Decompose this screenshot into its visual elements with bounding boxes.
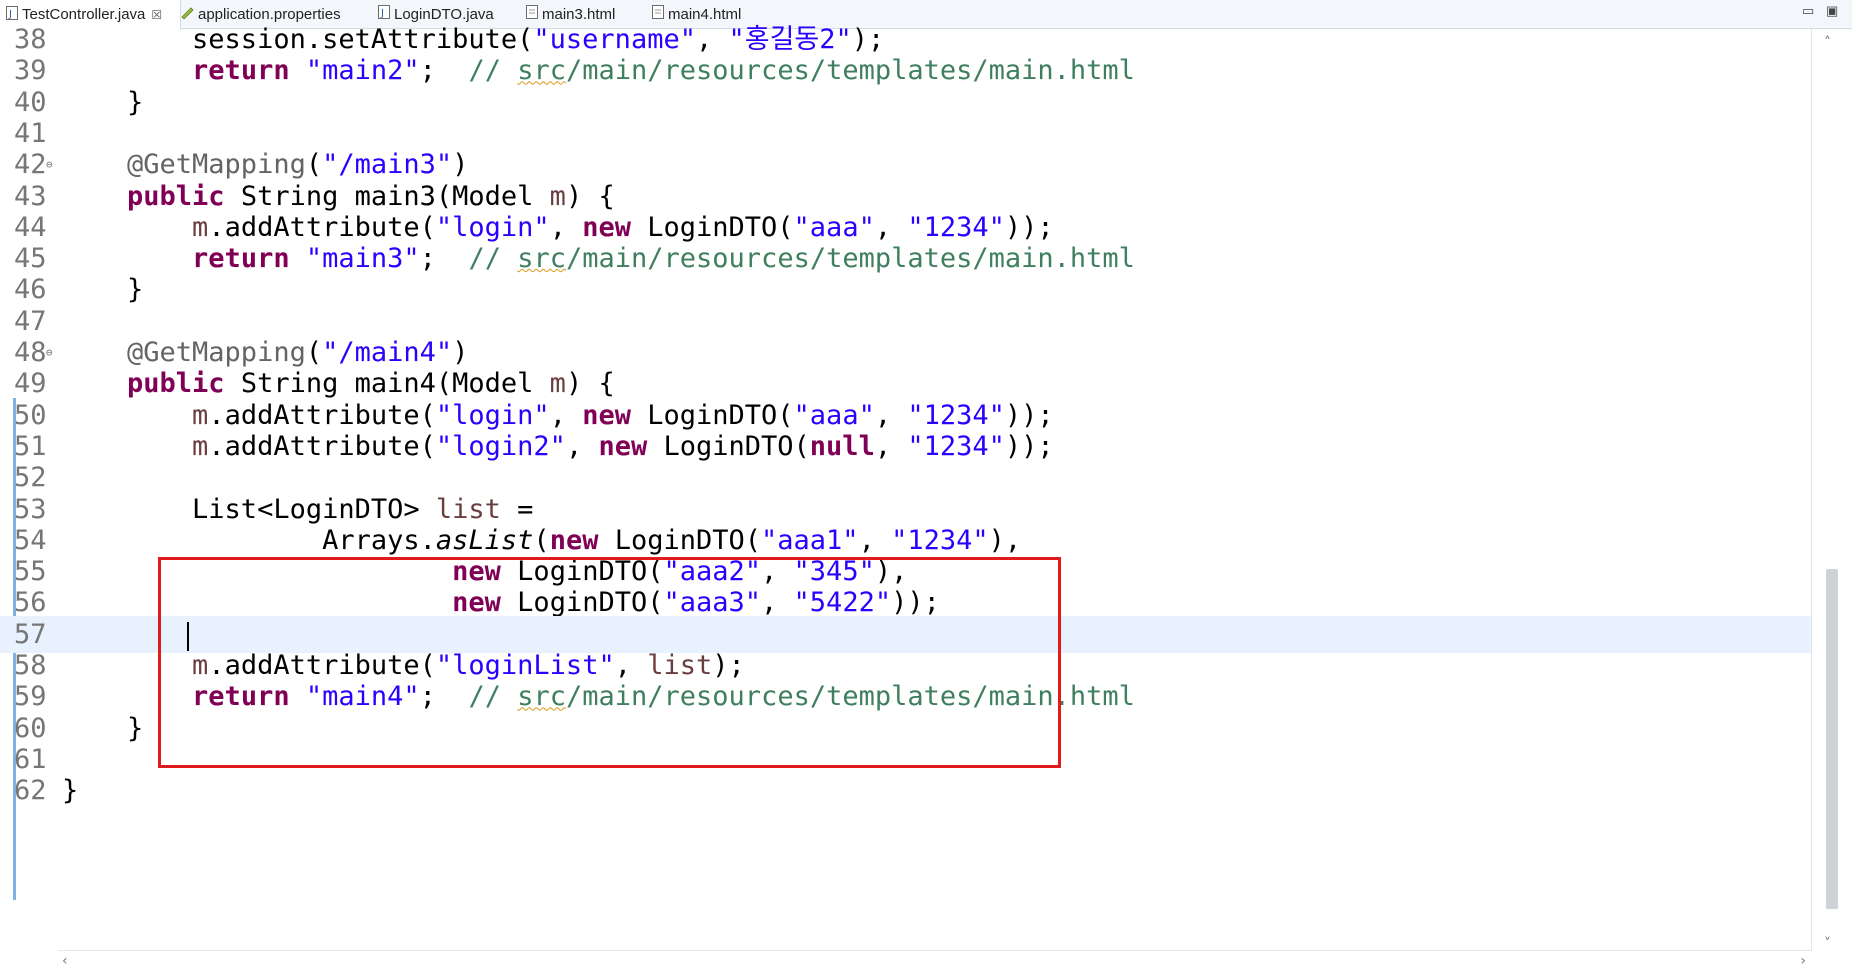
svg-text:J: J (380, 8, 384, 19)
code-text: } (62, 775, 79, 807)
close-icon[interactable]: ☒ (151, 8, 162, 22)
line-number: 62 (14, 775, 47, 807)
scrollbar-thumb[interactable] (1826, 569, 1838, 909)
tab-label: application.properties (198, 5, 341, 23)
code-line[interactable]: 62} (0, 772, 1820, 809)
highlight-box (158, 557, 1061, 768)
scroll-right-icon[interactable]: › (1800, 953, 1806, 969)
maximize-icon[interactable]: ▣ (1826, 3, 1838, 19)
svg-text:J: J (8, 9, 12, 20)
fold-toggle-icon[interactable]: ⊖ (46, 158, 53, 171)
fold-toggle-icon[interactable]: ⊖ (46, 346, 53, 359)
tab-label: main3.html (542, 5, 616, 23)
scroll-left-icon[interactable]: ‹ (62, 953, 68, 969)
minimize-icon[interactable]: ▭ (1802, 3, 1814, 19)
tab-label: LoginDTO.java (394, 5, 494, 23)
scroll-down-icon[interactable]: ˅ (1824, 936, 1831, 952)
tab-label: main4.html (668, 5, 742, 23)
vertical-scrollbar[interactable]: ˄ ˅ (1811, 29, 1852, 952)
code-editor[interactable]: 38 session.setAttribute("username", "홍길동… (0, 24, 1852, 973)
scroll-up-icon[interactable]: ˄ (1824, 35, 1831, 51)
horizontal-scrollbar[interactable]: ‹ › (58, 950, 1812, 973)
